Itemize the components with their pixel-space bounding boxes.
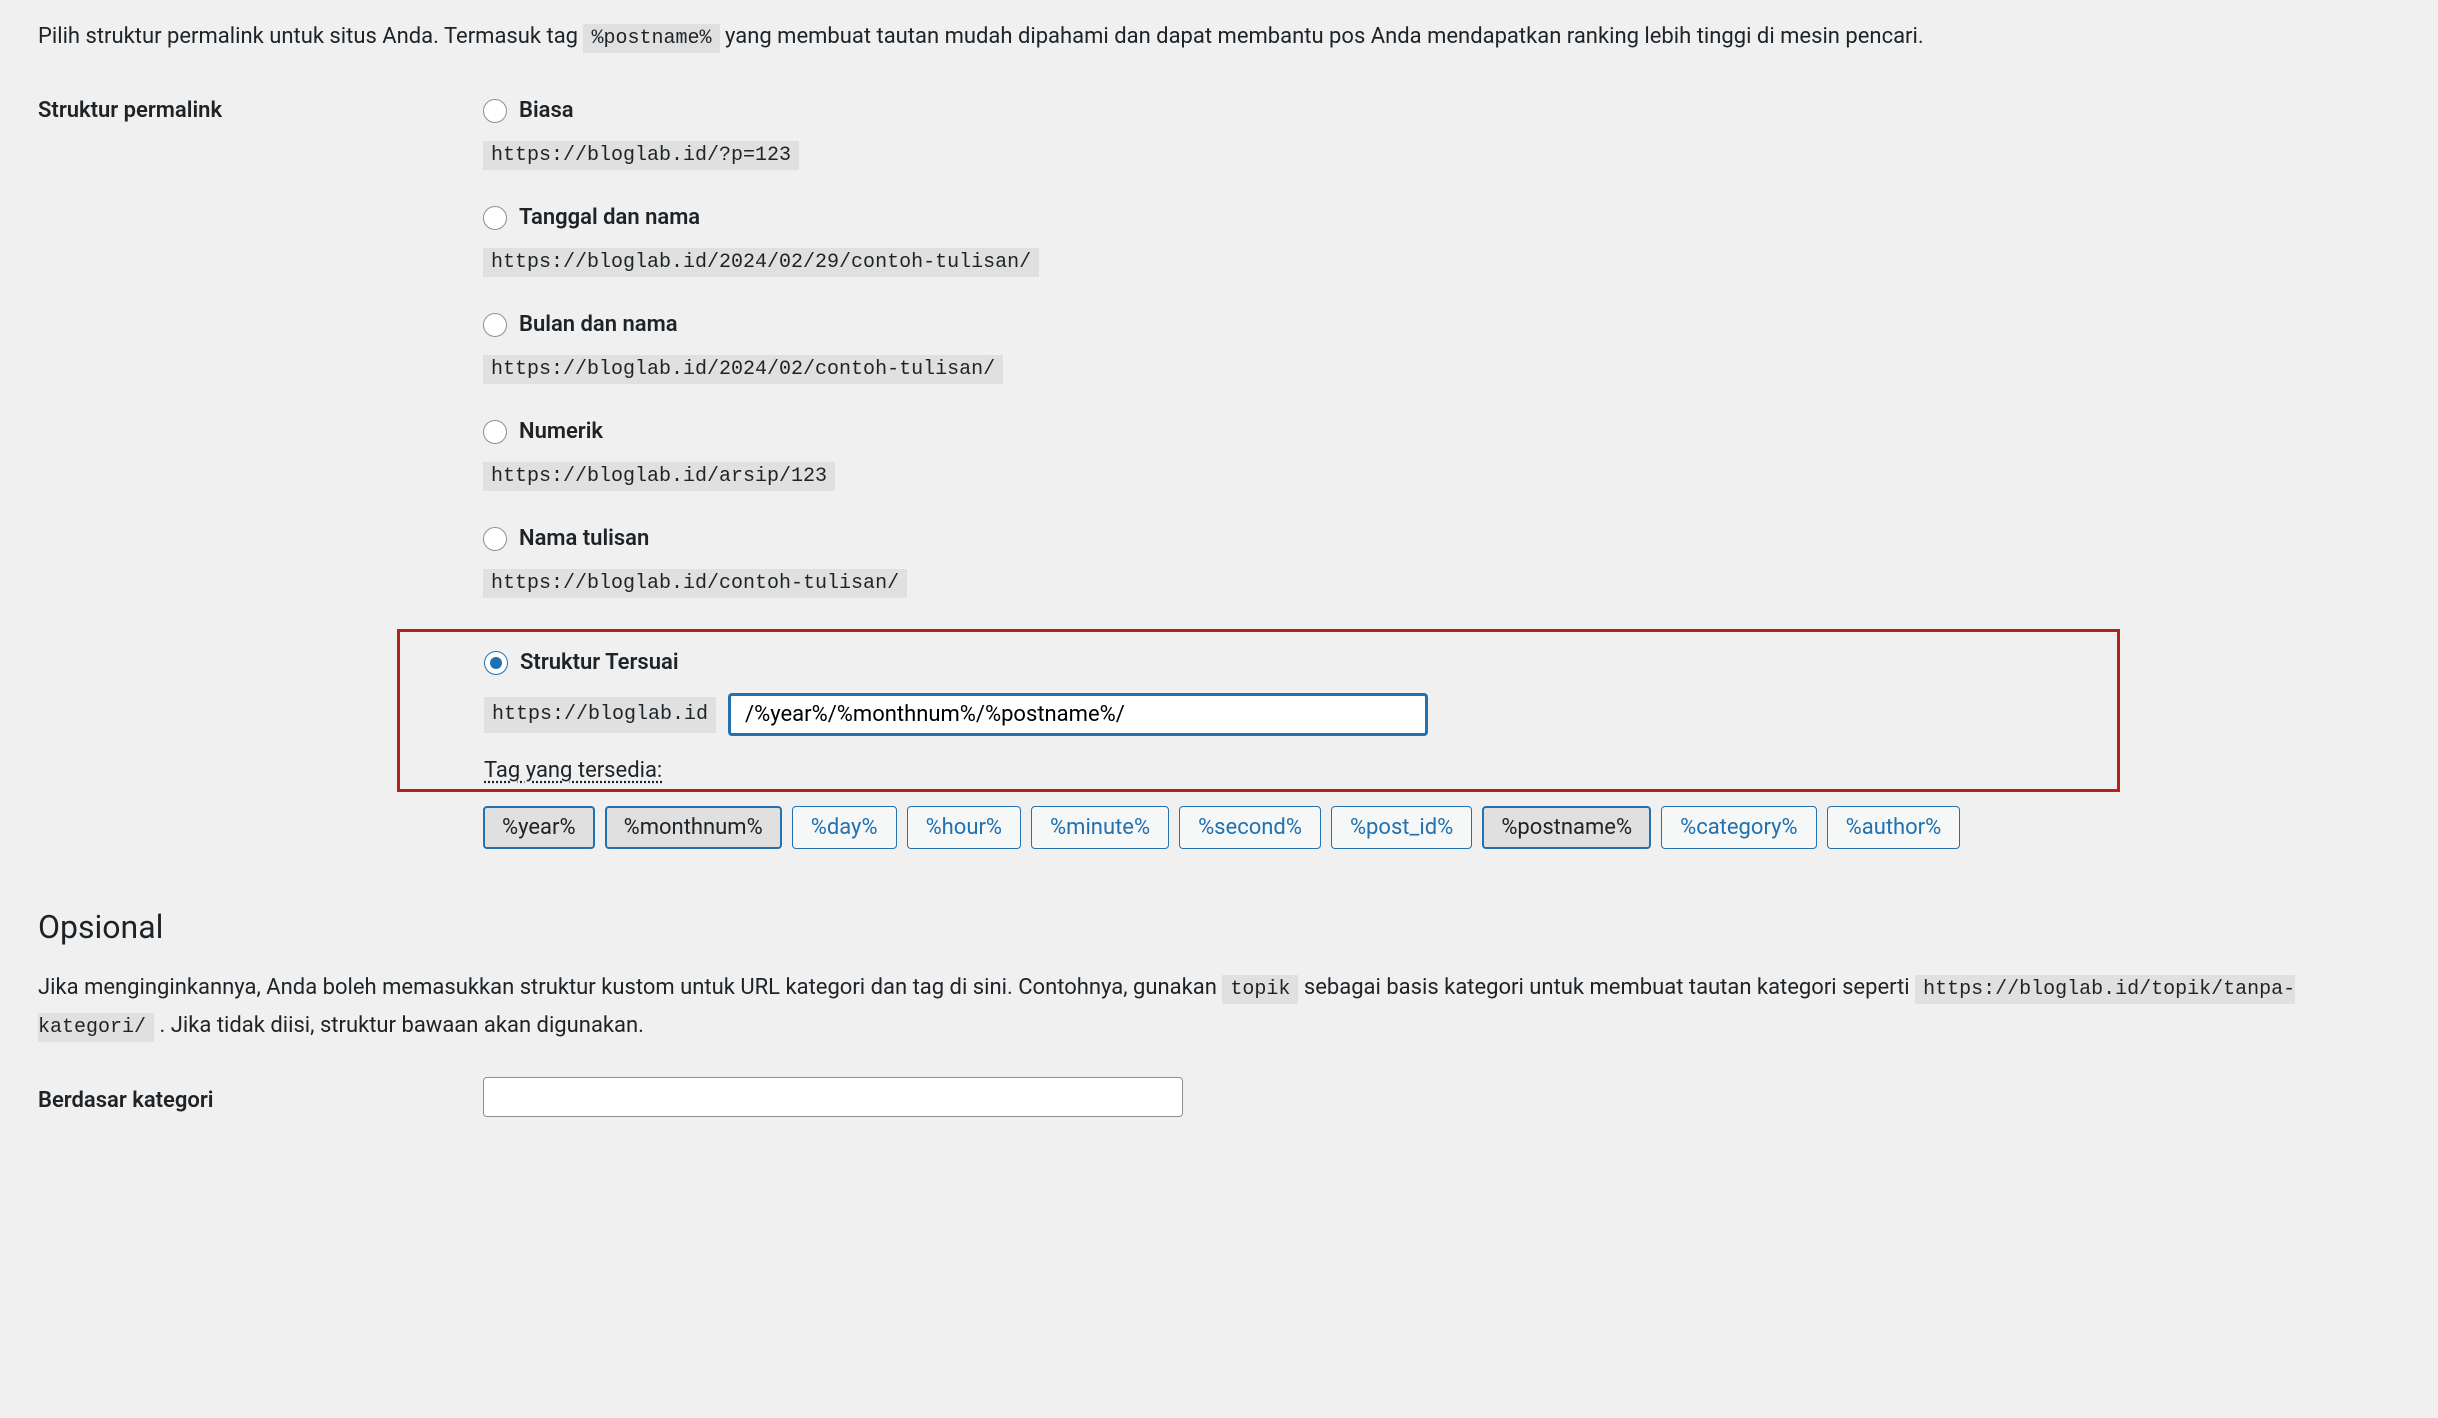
label-bulan: Bulan dan nama [519, 308, 678, 341]
radio-tanggal[interactable] [483, 206, 507, 230]
opsional-after: . Jika tidak diisi, struktur bawaan akan… [160, 1013, 644, 1038]
option-biasa: Biasa https://bloglab.id/?p=123 [483, 94, 2400, 171]
options-column: Biasa https://bloglab.id/?p=123 Tanggal … [483, 94, 2400, 849]
permalink-structure-row: Struktur permalink Biasa https://bloglab… [38, 94, 2400, 849]
example-numerik: https://bloglab.id/arsip/123 [483, 462, 835, 491]
section-label: Struktur permalink [38, 94, 483, 127]
opsional-mid: sebagai basis kategori untuk membuat tau… [1304, 975, 1915, 1000]
tag-hour[interactable]: %hour% [907, 806, 1021, 849]
tag-monthnum[interactable]: %monthnum% [605, 806, 782, 849]
tag-minute[interactable]: %minute% [1031, 806, 1169, 849]
label-nama-tulisan: Nama tulisan [519, 522, 649, 555]
category-base-label: Berdasar kategori [38, 1078, 483, 1117]
example-bulan: https://bloglab.id/2024/02/contoh-tulisa… [483, 355, 1003, 384]
example-tanggal: https://bloglab.id/2024/02/29/contoh-tul… [483, 248, 1039, 277]
tag-author[interactable]: %author% [1827, 806, 1961, 849]
intro-before: Pilih struktur permalink untuk situs And… [38, 24, 583, 49]
intro-code: %postname% [583, 24, 719, 53]
label-biasa: Biasa [519, 94, 574, 127]
tag-year[interactable]: %year% [483, 806, 595, 849]
radio-bulan[interactable] [483, 313, 507, 337]
example-biasa: https://bloglab.id/?p=123 [483, 141, 799, 170]
tags-available-label: Tag yang tersedia: [484, 754, 2087, 787]
tag-post-id[interactable]: %post_id% [1331, 806, 1472, 849]
category-base-input[interactable] [483, 1077, 1183, 1117]
tags-row: %year% %monthnum% %day% %hour% %minute% … [483, 806, 2400, 849]
example-nama-tulisan: https://bloglab.id/contoh-tulisan/ [483, 569, 907, 598]
option-numerik: Numerik https://bloglab.id/arsip/123 [483, 415, 2400, 492]
opsional-before: Jika menginginkannya, Anda boleh memasuk… [38, 975, 1222, 1000]
opsional-heading: Opsional [38, 903, 2400, 951]
option-bulan: Bulan dan nama https://bloglab.id/2024/0… [483, 308, 2400, 385]
radio-nama-tulisan[interactable] [483, 527, 507, 551]
custom-prefix: https://bloglab.id [484, 697, 716, 733]
custom-structure-box: Struktur Tersuai https://bloglab.id Tag … [397, 629, 2120, 792]
intro-text: Pilih struktur permalink untuk situs And… [38, 20, 2400, 54]
custom-structure-input[interactable] [728, 693, 1428, 736]
tag-category[interactable]: %category% [1661, 806, 1817, 849]
tag-day[interactable]: %day% [792, 806, 897, 849]
tag-second[interactable]: %second% [1179, 806, 1321, 849]
category-base-row: Berdasar kategori [38, 1077, 2400, 1117]
label-numerik: Numerik [519, 415, 603, 448]
tag-postname[interactable]: %postname% [1482, 806, 1651, 849]
option-nama-tulisan: Nama tulisan https://bloglab.id/contoh-t… [483, 522, 2400, 599]
intro-after: yang membuat tautan mudah dipahami dan d… [725, 24, 1924, 49]
opsional-text: Jika menginginkannya, Anda boleh memasuk… [38, 969, 2400, 1045]
label-tanggal: Tanggal dan nama [519, 201, 700, 234]
opsional-code1: topik [1222, 975, 1298, 1004]
radio-custom[interactable] [484, 651, 508, 675]
radio-numerik[interactable] [483, 420, 507, 444]
radio-biasa[interactable] [483, 99, 507, 123]
option-tanggal: Tanggal dan nama https://bloglab.id/2024… [483, 201, 2400, 278]
label-custom: Struktur Tersuai [520, 646, 679, 679]
